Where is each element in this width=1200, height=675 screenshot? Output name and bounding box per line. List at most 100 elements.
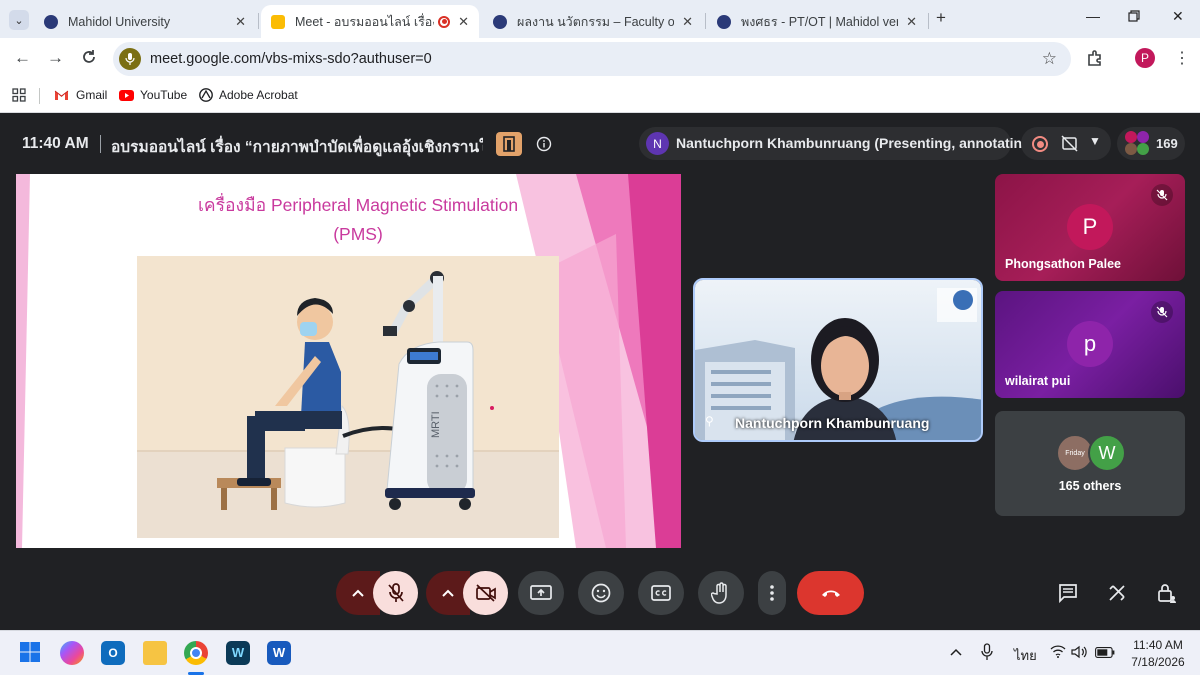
hang-up-icon	[821, 590, 840, 597]
camera-toggle-button[interactable]	[463, 571, 508, 615]
more-options-button[interactable]	[758, 571, 786, 615]
taskbar-date[interactable]: 7/18/2026	[1124, 655, 1192, 669]
extensions-icon[interactable]	[1086, 49, 1104, 72]
webex-icon[interactable]: W	[226, 641, 250, 665]
title-divider	[100, 135, 101, 153]
mic-toggle-button[interactable]	[373, 571, 418, 615]
taskbar-time[interactable]: 11:40 AM	[1124, 638, 1192, 652]
more-menu-icon[interactable]: ⋮	[1174, 48, 1190, 68]
captions-icon	[651, 585, 671, 601]
speaker-video-tile[interactable]: ⚲ Nantuchporn Khambunruang	[693, 278, 983, 442]
bookmark-acrobat[interactable]: Adobe Acrobat	[199, 88, 298, 102]
bookmark-label: Adobe Acrobat	[219, 88, 298, 102]
browser-toolbar: ← → meet.google.com/vbs-mixs-sdo?authuse…	[0, 38, 1200, 80]
captions-button[interactable]	[638, 571, 684, 615]
others-count: 165 others	[1058, 479, 1122, 493]
tab-divider	[258, 13, 259, 29]
show-hidden-icons-chevron-icon[interactable]	[950, 644, 962, 659]
muted-mic-icon	[1151, 301, 1173, 323]
tab-faculty[interactable]: ผลงาน นวัตกรรม – Faculty of Phy ✕	[483, 5, 703, 38]
apps-grid-icon[interactable]	[12, 88, 26, 107]
activities-button[interactable]	[1107, 583, 1127, 608]
bookmark-youtube[interactable]: YouTube	[119, 88, 187, 102]
profile-avatar[interactable]: P	[1135, 48, 1155, 68]
chevron-down-icon[interactable]: ▼	[1089, 134, 1101, 148]
close-window-button[interactable]: ✕	[1172, 8, 1184, 25]
participant-tile[interactable]: p wilairat pui	[995, 291, 1185, 398]
acrobat-icon	[199, 88, 213, 102]
raise-hand-button[interactable]	[698, 571, 744, 615]
battery-icon[interactable]	[1095, 646, 1115, 661]
outlook-icon[interactable]: O	[101, 641, 125, 665]
emoji-reaction-button[interactable]	[578, 571, 624, 615]
forward-button[interactable]: →	[47, 48, 64, 68]
pin-icon[interactable]: ⚲	[705, 414, 714, 428]
tab-search-button[interactable]: ⌄	[9, 10, 29, 30]
windows-start-icon[interactable]	[19, 641, 43, 665]
close-tab-icon[interactable]: ✕	[458, 14, 469, 30]
microphone-tray-icon[interactable]	[981, 643, 993, 664]
camera-control-group	[426, 571, 508, 615]
participant-avatar: p	[1067, 321, 1113, 367]
raise-hand-icon	[711, 582, 727, 604]
participant-tile[interactable]: P Phongsathon Palee	[995, 174, 1185, 281]
tab-meet[interactable]: Meet - อบรมออนไลน์ เรื่อง “กา ✕	[261, 5, 479, 38]
present-screen-button[interactable]	[518, 571, 564, 615]
present-screen-icon	[530, 585, 552, 600]
copilot-icon[interactable]	[60, 641, 84, 665]
bookmark-star-icon[interactable]: ☆	[1042, 49, 1057, 69]
gmail-icon	[54, 90, 69, 101]
close-tab-icon[interactable]: ✕	[235, 14, 246, 30]
mahidol-favicon-icon	[717, 14, 731, 29]
meeting-info-icon[interactable]	[536, 136, 552, 157]
chat-button[interactable]	[1058, 583, 1078, 608]
mahidol-favicon-icon	[493, 14, 507, 29]
back-button[interactable]: ←	[14, 48, 31, 68]
url-text: meet.google.com/vbs-mixs-sdo?authuser=0	[150, 51, 432, 67]
bookmark-gmail[interactable]: Gmail	[54, 88, 107, 102]
participants-button[interactable]: 169	[1117, 127, 1185, 160]
wifi-icon[interactable]	[1050, 645, 1066, 661]
captions-off-icon[interactable]	[1061, 135, 1078, 157]
tab-title: Mahidol University	[68, 14, 171, 29]
host-controls-button[interactable]	[1156, 582, 1178, 609]
mahidol-favicon-icon	[44, 14, 58, 29]
meeting-title: อบรมออนไลน์ เรื่อง “กายภาพบำบัดเพื่อดูแล…	[111, 139, 483, 156]
address-bar[interactable]: meet.google.com/vbs-mixs-sdo?authuser=0 …	[113, 42, 1071, 76]
tab-title: Meet - อบรมออนไลน์ เรื่อง “กา	[295, 14, 434, 29]
bookmark-label: Gmail	[76, 88, 108, 102]
meeting-room-icon[interactable]	[496, 132, 522, 156]
microphone-permission-icon[interactable]	[119, 48, 141, 70]
close-tab-icon[interactable]: ✕	[682, 14, 693, 30]
volume-icon[interactable]	[1071, 645, 1087, 662]
mic-control-group	[336, 571, 418, 615]
tab-ptot[interactable]: พงศธร - PT/OT | Mahidol version ✕	[707, 5, 927, 38]
recording-icon[interactable]	[1032, 136, 1048, 152]
windows-taskbar: O W W ไทย 11:40 AM 7/18/2026	[0, 630, 1200, 675]
camera-off-icon	[475, 584, 496, 602]
minimize-button[interactable]: —	[1086, 8, 1100, 24]
presenter-status-text: Nantuchporn Khambunruang (Presenting, an…	[676, 135, 1036, 151]
chrome-icon[interactable]	[184, 641, 208, 665]
emoji-icon	[591, 583, 611, 603]
word-icon[interactable]: W	[267, 641, 291, 665]
leave-call-button[interactable]	[797, 571, 864, 615]
bookmark-label: YouTube	[140, 88, 188, 102]
tab-divider	[928, 13, 929, 29]
new-tab-button[interactable]: +	[936, 8, 946, 28]
presentation-slide: เครื่องมือ Peripheral Magnetic Stimulati…	[16, 174, 681, 548]
participant-name: Phongsathon Palee	[1005, 257, 1121, 271]
participant-avatar: W	[1088, 434, 1126, 472]
input-language[interactable]: ไทย	[1014, 645, 1037, 666]
presenter-status-pill[interactable]: N Nantuchporn Khambunruang (Presenting, …	[639, 127, 1035, 160]
tab-mahidol[interactable]: Mahidol University ✕	[34, 5, 256, 38]
others-tile[interactable]: Friday W 165 others	[995, 411, 1185, 516]
close-tab-icon[interactable]: ✕	[906, 14, 917, 30]
participant-stack-icon	[1125, 131, 1150, 156]
file-explorer-icon[interactable]	[143, 641, 167, 665]
slide-title: เครื่องมือ Peripheral Magnetic Stimulati…	[197, 195, 519, 215]
reload-button[interactable]	[81, 49, 97, 70]
lock-person-icon	[1158, 584, 1176, 603]
recording-controls-pill: ▼	[1021, 127, 1111, 160]
restore-button[interactable]	[1128, 9, 1140, 25]
